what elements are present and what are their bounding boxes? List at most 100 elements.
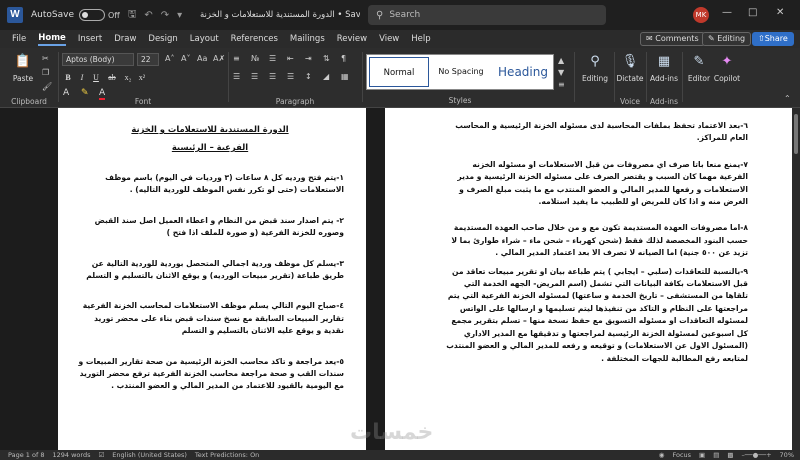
increase-indent-icon[interactable]: ⇥ — [305, 54, 312, 63]
paragraph: ١-يتم فتح ورديه كل ٨ ساعات (٣ ورديات في … — [105, 173, 344, 195]
multilevel-list-icon[interactable]: ☰ — [269, 54, 276, 63]
align-left-icon[interactable]: ☰ — [233, 72, 240, 81]
addins-group-label: Add-ins — [650, 97, 678, 106]
find-icon: ⚲ — [590, 54, 600, 69]
subscript-icon[interactable]: x₂ — [122, 72, 134, 84]
decrease-indent-icon[interactable]: ⇤ — [287, 54, 294, 63]
document-area: الدورة المستندية للاستعلامات و الخزنة ال… — [0, 108, 800, 450]
show-marks-icon[interactable]: ¶ — [341, 54, 346, 63]
editing-label: Editing — [581, 74, 609, 83]
customize-toolbar-icon[interactable]: ▾ — [177, 10, 182, 21]
sort-icon[interactable]: ⇅ — [323, 54, 330, 63]
tab-draw[interactable]: Draw — [114, 34, 136, 44]
shrink-font-icon[interactable]: A˅ — [181, 54, 190, 63]
numbering-icon[interactable]: № — [251, 54, 259, 63]
zoom-slider[interactable]: –──●──+ — [742, 451, 772, 459]
maximize-icon[interactable]: □ — [748, 7, 757, 18]
style-normal[interactable]: Normal — [369, 57, 429, 87]
styles-more-icon[interactable]: ≡ — [558, 80, 565, 89]
styles-scroll-down-icon[interactable]: ▼ — [558, 68, 564, 77]
tab-insert[interactable]: Insert — [78, 34, 102, 44]
autosave-toggle[interactable] — [79, 9, 105, 21]
bullets-icon[interactable]: ≡ — [233, 54, 240, 63]
tab-references[interactable]: References — [231, 34, 278, 44]
autosave-label: AutoSave — [31, 10, 74, 20]
paragraph: ٦-بعد الاعتماد تحفظ بملفات المحاسبة لدى … — [455, 121, 748, 143]
comments-button[interactable]: ✉ Comments — [640, 32, 705, 46]
copilot-button[interactable]: ✦ Copilot — [712, 52, 742, 83]
tab-design[interactable]: Design — [148, 34, 177, 44]
underline-icon[interactable]: U — [90, 72, 102, 84]
web-layout-icon[interactable]: ▩ — [727, 451, 733, 459]
left-page-text[interactable]: الدورة المستندية للاستعلامات و الخزنة ال… — [76, 120, 344, 403]
borders-icon[interactable]: ▦ — [341, 72, 349, 81]
clear-formatting-icon[interactable]: A✗ — [213, 54, 225, 63]
styles-gallery: Normal No Spacing Heading — [366, 54, 554, 90]
styles-scroll-up-icon[interactable]: ▲ — [558, 56, 564, 65]
share-button[interactable]: ⇧Share — [752, 32, 794, 46]
superscript-icon[interactable]: x² — [136, 72, 148, 84]
align-right-icon[interactable]: ☰ — [269, 72, 276, 81]
clipboard-group: 📋 Paste ✂ ❐ 🖌 Clipboard — [0, 48, 58, 108]
paste-button[interactable]: 📋 Paste — [8, 52, 38, 83]
style-no-spacing[interactable]: No Spacing — [431, 57, 491, 87]
print-layout-icon[interactable]: ▤ — [713, 451, 719, 459]
justify-icon[interactable]: ☰ — [287, 72, 294, 81]
undo-icon[interactable]: ↶ — [144, 10, 152, 21]
vertical-scrollbar[interactable] — [792, 108, 800, 450]
copy-icon[interactable]: ❐ — [42, 68, 49, 77]
divider — [574, 52, 575, 102]
text-predictions[interactable]: Text Predictions: On — [195, 451, 259, 459]
change-case-icon[interactable]: Aa — [197, 54, 207, 63]
tab-mailings[interactable]: Mailings — [290, 34, 325, 44]
tab-help[interactable]: Help — [411, 34, 430, 44]
zoom-level[interactable]: 70% — [780, 451, 794, 459]
font-size-select[interactable]: 22 — [137, 53, 159, 66]
editing-mode-button[interactable]: ✎ Editing — [702, 32, 752, 46]
bold-icon[interactable]: B — [62, 72, 74, 84]
scroll-thumb[interactable] — [794, 114, 798, 154]
close-icon[interactable]: ✕ — [776, 7, 784, 18]
tab-file[interactable]: File — [12, 34, 26, 44]
focus-label[interactable]: Focus — [672, 451, 691, 459]
tab-review[interactable]: Review — [337, 34, 367, 44]
search-box[interactable]: ⚲ Search — [368, 5, 606, 25]
format-painter-icon[interactable]: 🖌 — [42, 82, 52, 91]
addins-button[interactable]: ▦ Add-ins — [647, 52, 681, 83]
tab-view[interactable]: View — [379, 34, 399, 44]
font-name-select[interactable]: Aptos (Body) — [62, 53, 134, 66]
tab-layout[interactable]: Layout — [190, 34, 219, 44]
autosave-state: Off — [108, 10, 120, 20]
strikethrough-icon[interactable]: ab — [106, 72, 118, 84]
editing-button[interactable]: ⚲ Editing — [578, 52, 612, 83]
tab-home[interactable]: Home — [38, 33, 66, 46]
shading-icon[interactable]: ◢ — [323, 72, 329, 81]
user-avatar[interactable]: MK — [693, 7, 709, 23]
cut-icon[interactable]: ✂ — [42, 54, 49, 63]
ribbon-tabs: File Home Insert Draw Design Layout Refe… — [0, 30, 800, 48]
editor-label: Editor — [687, 74, 711, 83]
right-page-text[interactable]: ٦-بعد الاعتماد تحفظ بملفات المحاسبة لدى … — [443, 120, 748, 375]
italic-icon[interactable]: I — [76, 72, 88, 84]
proofing-icon[interactable]: ☑ — [98, 451, 104, 459]
minimize-icon[interactable]: — — [722, 7, 732, 18]
grow-font-icon[interactable]: A˄ — [165, 54, 174, 63]
style-heading[interactable]: Heading — [493, 57, 553, 87]
voice-group: 🎙 Dictate Voice — [615, 48, 645, 108]
page-count[interactable]: Page 1 of 8 — [8, 451, 44, 459]
focus-icon[interactable]: ◉ — [659, 451, 665, 459]
dictate-button[interactable]: 🎙 Dictate — [615, 52, 645, 83]
language[interactable]: English (United States) — [112, 451, 187, 459]
redo-icon[interactable]: ↷ — [161, 10, 169, 21]
editor-button[interactable]: ✎ Editor — [686, 52, 712, 83]
save-icon[interactable]: 🖫 — [128, 7, 137, 24]
word-count[interactable]: 1294 words — [52, 451, 90, 459]
pencil-icon: ✎ — [708, 34, 718, 43]
watermark-text: خمسات — [350, 420, 434, 445]
collapse-ribbon-icon[interactable]: ⌃ — [784, 94, 791, 103]
read-mode-icon[interactable]: ▣ — [699, 451, 705, 459]
addins-icon: ▦ — [657, 54, 671, 69]
microphone-icon: 🎙 — [621, 54, 639, 69]
align-center-icon[interactable]: ☰ — [251, 72, 258, 81]
line-spacing-icon[interactable]: ↕ — [305, 72, 312, 81]
